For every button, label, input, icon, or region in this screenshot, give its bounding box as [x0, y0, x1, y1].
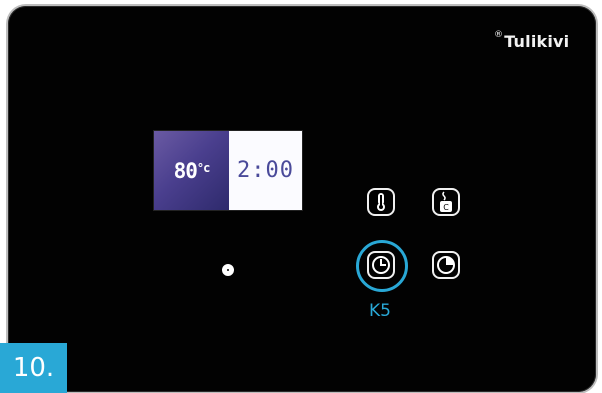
- start-time-button[interactable]: [432, 251, 460, 279]
- steam-temperature-icon: C: [440, 191, 452, 212]
- temperature-value: 80: [173, 158, 198, 183]
- step-number-badge: 10.: [0, 343, 67, 393]
- time-readout: 2:00: [237, 158, 294, 183]
- registered-mark: ®: [494, 30, 504, 40]
- time-display: 2:00: [229, 131, 302, 210]
- lcd-display: 80°c 2:00: [153, 130, 303, 211]
- temperature-unit: °c: [196, 160, 210, 175]
- temperature-readout: 80°c: [173, 158, 211, 183]
- temperature-display: 80°c: [154, 131, 229, 210]
- svg-text:C: C: [443, 203, 449, 212]
- start-time-clock-icon: [437, 256, 455, 274]
- button-callout-label: K5: [369, 301, 391, 321]
- status-led-indicator: [222, 264, 234, 276]
- temperature-button[interactable]: [367, 188, 395, 216]
- brand-name: Tulikivi: [504, 32, 570, 51]
- thermometer-icon: [377, 193, 385, 211]
- timer-clock-icon: [372, 256, 390, 274]
- brand-logo: ®Tulikivi: [494, 30, 570, 51]
- steam-temperature-button[interactable]: C: [432, 188, 460, 216]
- timer-button[interactable]: [367, 251, 395, 279]
